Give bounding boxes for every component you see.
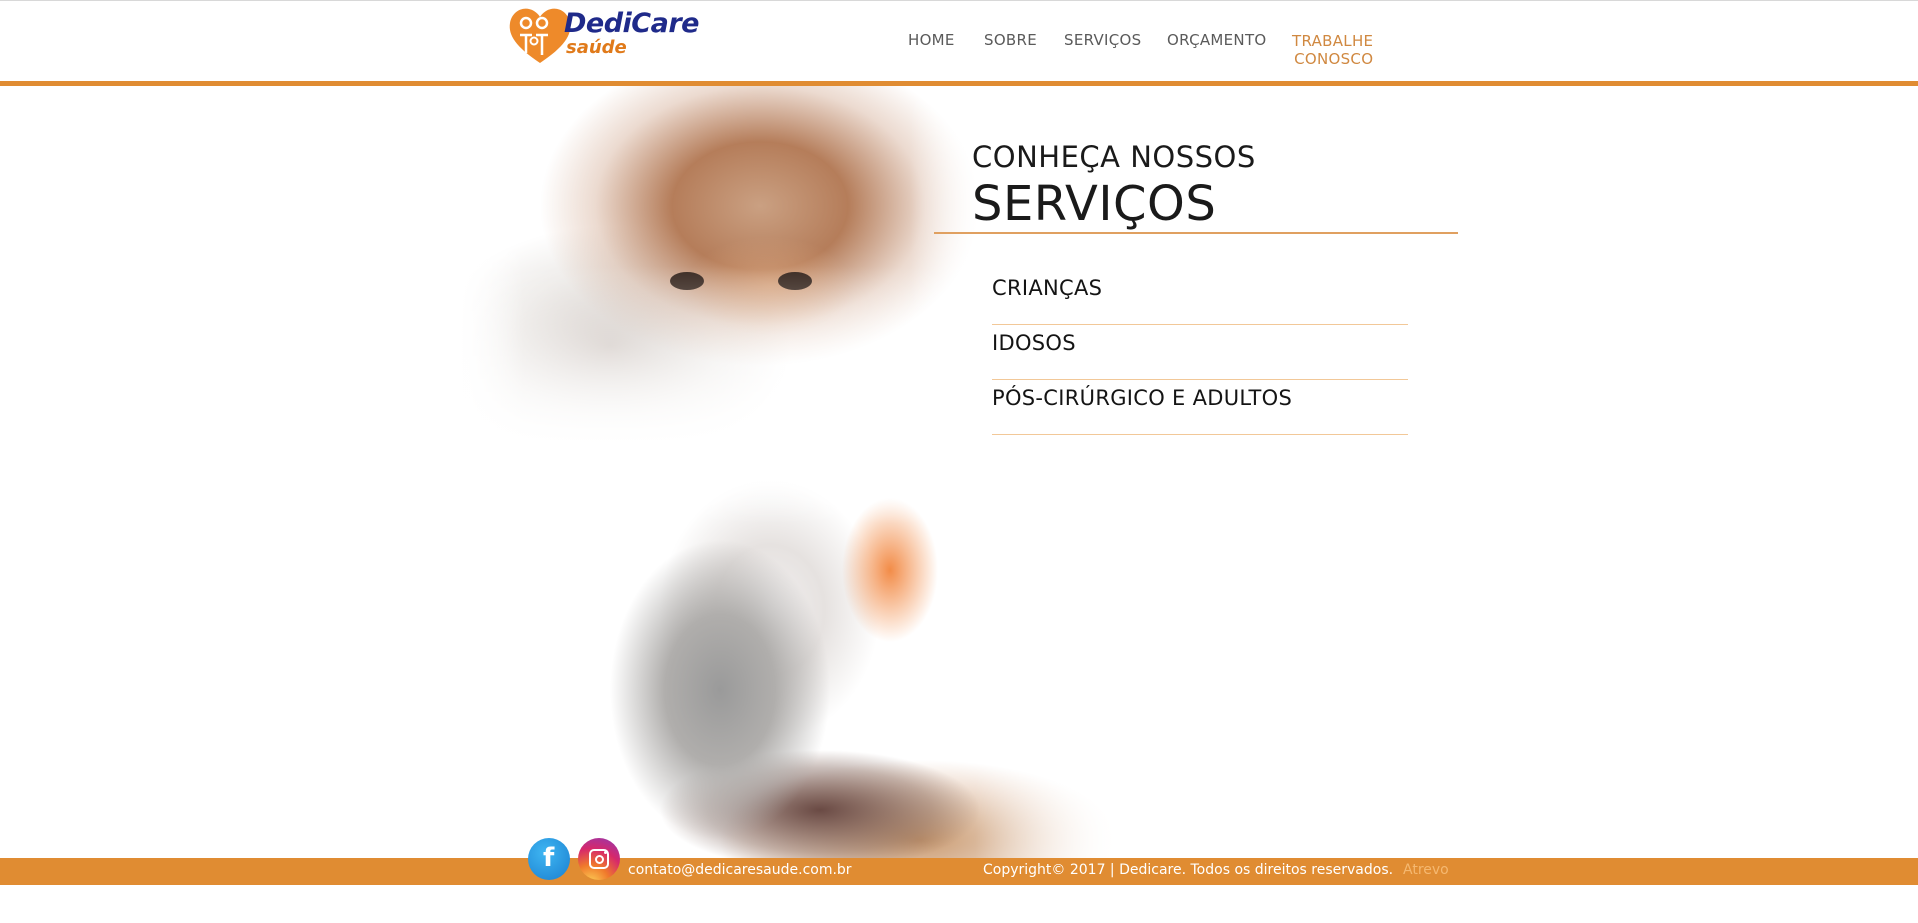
page-bottom bbox=[0, 885, 1918, 923]
main-nav: HOME SOBRE SERVIÇOS ORÇAMENTO TRABALHE C… bbox=[0, 1, 1918, 81]
nav-orcamento[interactable]: ORÇAMENTO bbox=[1167, 31, 1267, 49]
site-header: DediCare saúde HOME SOBRE SERVIÇOS ORÇAM… bbox=[0, 1, 1918, 81]
service-item-pos-cirurgico[interactable]: PÓS-CIRÚRGICO E ADULTOS bbox=[992, 380, 1408, 435]
caregiver-elderly-photo bbox=[460, 450, 1120, 858]
nav-home[interactable]: HOME bbox=[908, 31, 955, 49]
nav-servicos[interactable]: SERVIÇOS bbox=[1064, 31, 1142, 49]
title-divider bbox=[934, 232, 1458, 234]
service-label: CRIANÇAS bbox=[992, 276, 1103, 300]
contact-email-link[interactable]: contato@dedicaresaude.com.br bbox=[628, 862, 852, 878]
service-item-criancas[interactable]: CRIANÇAS bbox=[992, 270, 1408, 325]
facebook-icon[interactable]: f bbox=[528, 838, 570, 880]
child-eye-right bbox=[778, 272, 812, 290]
nav-trabalhe-conosco[interactable]: TRABALHE CONOSCO bbox=[1292, 32, 1373, 68]
child-photo bbox=[460, 86, 990, 446]
child-eye-left bbox=[670, 272, 704, 290]
nav-sobre[interactable]: SOBRE bbox=[984, 31, 1037, 49]
services-eyebrow: CONHEÇA NOSSOS bbox=[972, 140, 1256, 174]
nav-trabalhe-line1: TRABALHE bbox=[1292, 32, 1374, 50]
service-label: IDOSOS bbox=[992, 331, 1076, 355]
site-footer bbox=[0, 858, 1918, 885]
credit-link[interactable]: Atrevo bbox=[1403, 862, 1449, 878]
nav-trabalhe-line2: CONOSCO bbox=[1294, 50, 1374, 68]
copyright-text: Copyright© 2017 | Dedicare. Todos os dir… bbox=[983, 862, 1394, 878]
instagram-icon[interactable] bbox=[578, 838, 620, 880]
service-label: PÓS-CIRÚRGICO E ADULTOS bbox=[992, 386, 1293, 410]
service-item-idosos[interactable]: IDOSOS bbox=[992, 325, 1408, 380]
services-list: CRIANÇAS IDOSOS PÓS-CIRÚRGICO E ADULTOS bbox=[992, 270, 1408, 435]
services-title: SERVIÇOS bbox=[972, 176, 1217, 232]
